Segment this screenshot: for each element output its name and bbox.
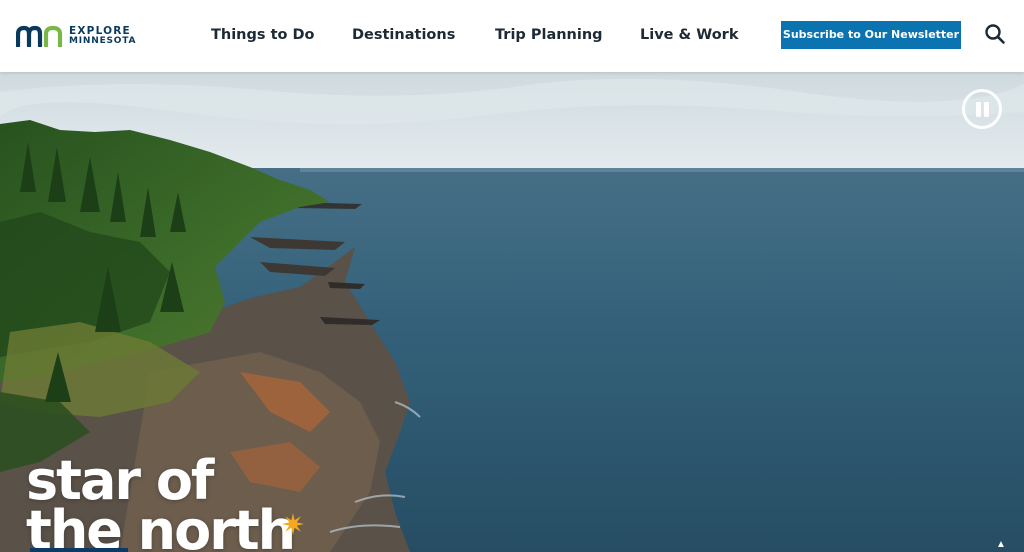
pause-video-button[interactable] bbox=[962, 89, 1002, 129]
logo-text-line1: EXPLORE bbox=[69, 25, 131, 37]
hero-video: star of the north ▲ bbox=[0, 72, 1024, 552]
mn-logo-mark-icon bbox=[16, 25, 63, 47]
nav-destinations[interactable]: Destinations bbox=[352, 25, 455, 45]
logo-wordmark: EXPLORE MINNESOTA bbox=[69, 26, 136, 46]
explore-minnesota-logo[interactable]: EXPLORE MINNESOTA bbox=[16, 24, 136, 48]
pause-icon bbox=[976, 102, 981, 117]
nav-live-and-work[interactable]: Live & Work bbox=[640, 25, 738, 45]
chevron-up-icon: ▲ bbox=[996, 539, 1006, 550]
nav-trip-planning[interactable]: Trip Planning bbox=[495, 25, 603, 45]
site-header: EXPLORE MINNESOTA Things to Do Destinati… bbox=[0, 0, 1024, 72]
hero-accent-bar bbox=[30, 548, 128, 552]
hero-headline-line2: the north bbox=[26, 499, 296, 552]
logo-text-line2: MINNESOTA bbox=[69, 36, 137, 46]
pause-icon-bar bbox=[984, 102, 989, 117]
nav-things-to-do[interactable]: Things to Do bbox=[211, 25, 315, 45]
hero-headline: star of the north bbox=[26, 454, 296, 552]
search-icon[interactable] bbox=[984, 23, 1006, 45]
star-icon bbox=[282, 513, 304, 535]
subscribe-newsletter-button[interactable]: Subscribe to Our Newsletter bbox=[781, 21, 961, 49]
